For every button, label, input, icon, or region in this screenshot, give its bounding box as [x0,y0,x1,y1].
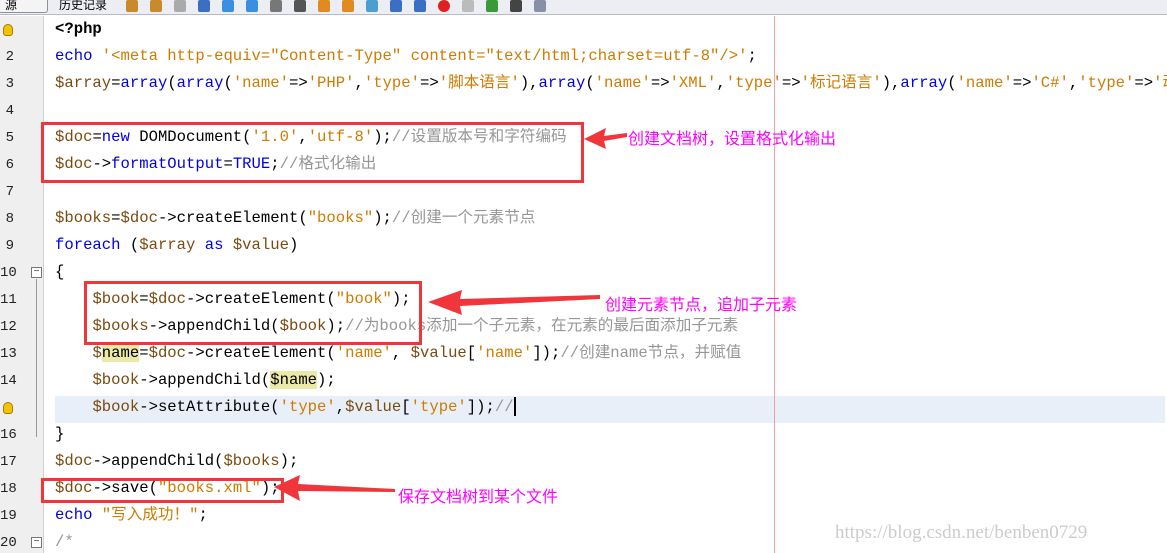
annotation-create-element: 创建元素节点，追加子元素 [605,297,798,314]
annotation-save-file: 保存文档树到某个文件 [398,489,559,506]
annotation-arrows [274,128,627,501]
arrow-icon [274,475,395,501]
arrow-icon [584,128,627,149]
watermark: https://blog.csdn.net/benben0729 [835,522,1088,543]
arrow-icon [428,290,600,315]
annotation-create-document: 创建文档树，设置格式化输出 [628,131,837,148]
